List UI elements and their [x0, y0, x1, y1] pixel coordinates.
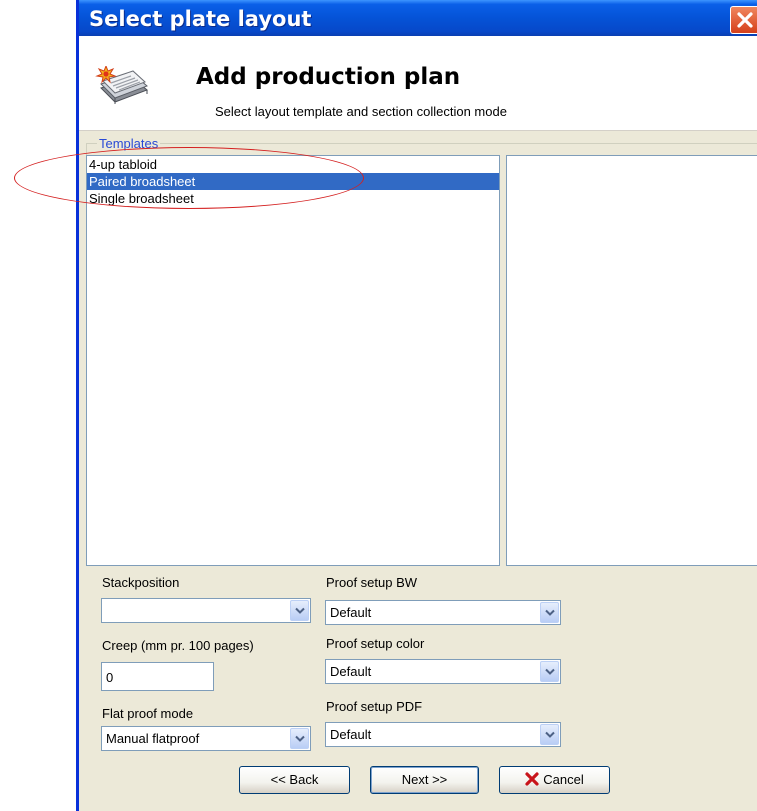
cancel-x-icon	[525, 772, 539, 786]
proof-setup-pdf-dropdown-button[interactable]	[540, 724, 559, 745]
proof-setup-bw-value: Default	[330, 605, 372, 620]
creep-value: 0	[106, 670, 114, 685]
flat-proof-mode-label: Flat proof mode	[102, 706, 194, 721]
stackposition-dropdown-button[interactable]	[290, 600, 309, 621]
proof-setup-bw-label: Proof setup BW	[326, 575, 418, 590]
templates-group-border	[86, 143, 757, 144]
list-item-4-up-tabloid[interactable]: 4-up tabloid	[87, 156, 499, 173]
flat-proof-mode-value: Manual flatproof	[106, 731, 200, 746]
next-button[interactable]: Next >>	[370, 766, 479, 794]
back-button-label: << Back	[270, 772, 319, 787]
chevron-down-icon	[545, 668, 555, 675]
proof-setup-bw-dropdown-button[interactable]	[540, 602, 559, 623]
proof-setup-color-select[interactable]: Default	[325, 659, 561, 684]
proof-setup-color-label: Proof setup color	[326, 636, 425, 651]
template-preview-pane	[506, 155, 757, 566]
stackposition-select[interactable]	[101, 598, 311, 623]
stackposition-label: Stackposition	[102, 575, 180, 590]
title-bar[interactable]: Select plate layout	[79, 0, 757, 36]
cancel-button[interactable]: Cancel	[499, 766, 610, 794]
proof-setup-bw-select[interactable]: Default	[325, 600, 561, 625]
proof-setup-pdf-value: Default	[330, 727, 372, 742]
window-title: Select plate layout	[89, 7, 312, 31]
newspaper-stack-icon	[95, 66, 148, 104]
cancel-button-label: Cancel	[543, 772, 584, 787]
list-item-paired-broadsheet[interactable]: Paired broadsheet	[87, 173, 499, 190]
proof-setup-pdf-select[interactable]: Default	[325, 722, 561, 747]
dialog-window: Select plate layout Add production plan …	[76, 0, 757, 811]
flat-proof-mode-select[interactable]: Manual flatproof	[101, 726, 311, 751]
creep-label: Creep (mm pr. 100 pages)	[102, 638, 254, 653]
proof-setup-color-dropdown-button[interactable]	[540, 661, 559, 682]
templates-group-border-left	[86, 143, 87, 155]
chevron-down-icon	[295, 735, 305, 742]
proof-setup-pdf-label: Proof setup PDF	[326, 699, 423, 714]
back-button[interactable]: << Back	[239, 766, 350, 794]
list-item-single-broadsheet[interactable]: Single broadsheet	[87, 190, 499, 207]
next-button-label: Next >>	[401, 772, 448, 787]
proof-setup-color-value: Default	[330, 664, 372, 679]
flat-proof-mode-dropdown-button[interactable]	[290, 728, 309, 749]
chevron-down-icon	[295, 607, 305, 614]
creep-input[interactable]: 0	[101, 662, 214, 691]
close-icon	[737, 12, 753, 28]
templates-list[interactable]: 4-up tabloid Paired broadsheet Single br…	[86, 155, 500, 566]
close-button[interactable]	[730, 6, 757, 34]
header-subtitle: Select layout template and section colle…	[215, 104, 507, 119]
header-title: Add production plan	[196, 64, 461, 90]
templates-group-label: Templates	[97, 136, 161, 151]
chevron-down-icon	[545, 609, 555, 616]
wizard-header: Add production plan Select layout templa…	[79, 36, 757, 131]
chevron-down-icon	[545, 731, 555, 738]
